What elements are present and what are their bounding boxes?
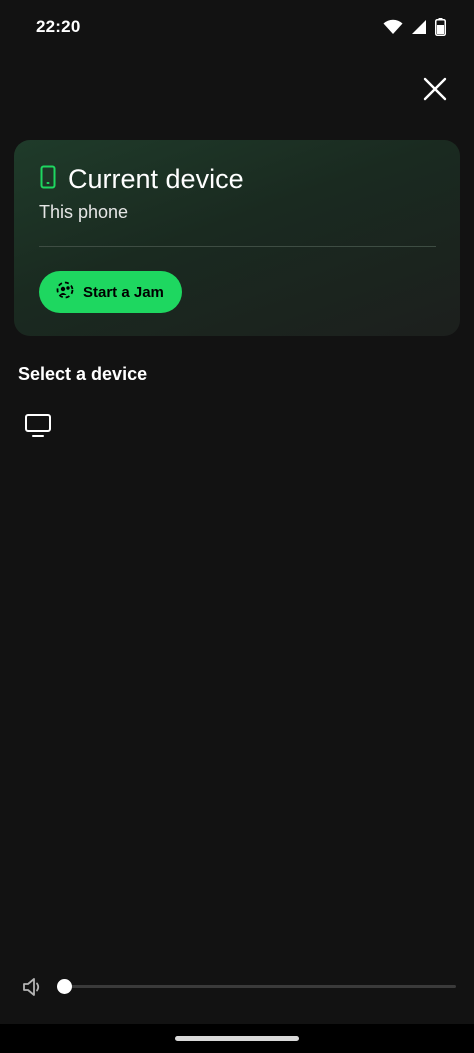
- battery-icon: [435, 18, 446, 41]
- volume-thumb[interactable]: [57, 979, 72, 994]
- status-icons: [383, 18, 446, 41]
- tv-icon: [25, 414, 51, 437]
- current-device-card: Current device This phone Start a Jam: [14, 140, 460, 336]
- divider: [39, 246, 436, 247]
- close-icon: [423, 77, 447, 101]
- select-device-heading: Select a device: [18, 364, 148, 384]
- current-device-header: Current device: [40, 164, 244, 195]
- jam-icon: [55, 280, 75, 304]
- cell-signal-icon: [411, 19, 427, 40]
- current-device-name: This phone: [39, 202, 129, 222]
- speaker-icon: [23, 978, 40, 996]
- navigation-bar: [0, 1024, 474, 1053]
- status-time: 22:20: [36, 17, 81, 36]
- volume-control: [18, 972, 458, 1002]
- wifi-icon: [383, 19, 403, 40]
- close-button[interactable]: [416, 70, 454, 108]
- start-jam-button[interactable]: Start a Jam: [39, 271, 182, 313]
- device-list-item[interactable]: [20, 408, 56, 444]
- start-jam-label: Start a Jam: [83, 283, 164, 301]
- volume-slider[interactable]: [57, 979, 456, 994]
- current-device-title: Current device: [68, 164, 244, 194]
- phone-icon: [40, 165, 56, 194]
- status-bar: 22:20: [0, 0, 474, 56]
- home-indicator[interactable]: [175, 1036, 299, 1041]
